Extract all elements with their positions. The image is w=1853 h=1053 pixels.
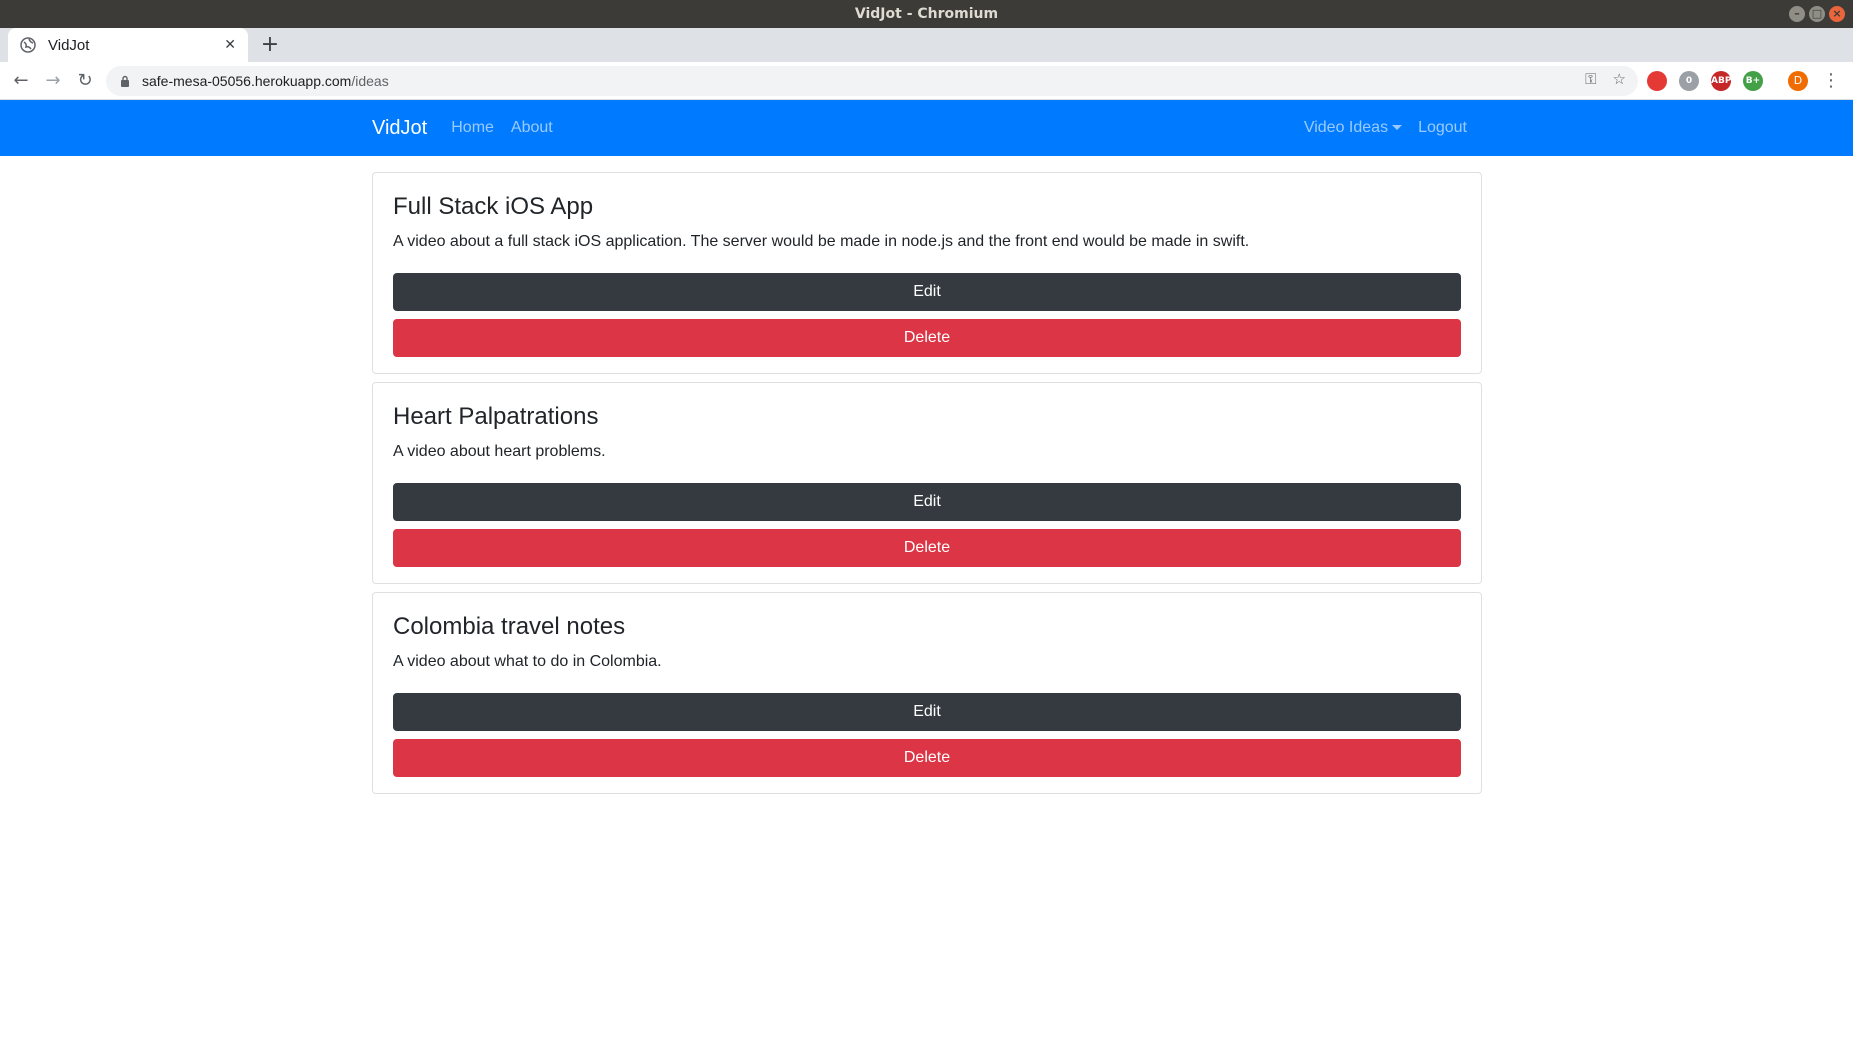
idea-details: A video about a full stack iOS applicati… (393, 233, 1250, 250)
idea-title: Colombia travel notes (393, 613, 626, 640)
tab-title: VidJot (48, 36, 90, 54)
video-ideas-dropdown[interactable]: Video Ideas (1303, 119, 1403, 137)
idea-details: A video about heart problems. (393, 443, 606, 460)
back-arrow-icon[interactable]: ← (8, 68, 34, 94)
maximize-icon[interactable]: □ (1809, 6, 1825, 22)
window-title: VidJot - Chromium (854, 6, 999, 22)
edit-button[interactable]: Edit (393, 483, 1461, 521)
idea-card: Colombia travel notes A video about what… (372, 592, 1482, 794)
minimize-icon[interactable]: – (1789, 6, 1805, 22)
idea-title: Full Stack iOS App (393, 193, 594, 220)
lock-icon (121, 75, 129, 87)
key-icon[interactable]: ⚿ (1585, 70, 1596, 88)
edit-button[interactable]: Edit (393, 693, 1461, 731)
ublock-icon[interactable] (1647, 71, 1667, 91)
grammar-extension-icon[interactable]: B+ (1743, 71, 1763, 91)
tab-close-icon[interactable]: ✕ (224, 37, 236, 53)
browser-tab[interactable]: VidJot ✕ (8, 28, 248, 62)
idea-details: A video about what to do in Colombia. (393, 653, 662, 670)
idea-title: Heart Palpatrations (393, 403, 599, 430)
window-titlebar: VidJot - Chromium – □ × (0, 0, 1853, 28)
idea-card: Full Stack iOS App A video about a full … (372, 172, 1482, 374)
caret-down-icon (1392, 125, 1403, 131)
browser-menu-icon[interactable]: ⋮ (1818, 68, 1844, 94)
forward-arrow-icon[interactable]: → (40, 68, 66, 94)
navbar-brand[interactable]: VidJot (372, 117, 427, 140)
url-path: /ideas (351, 73, 389, 89)
url-text: safe-mesa-05056.herokuapp.com/ideas (142, 73, 389, 89)
star-bookmark-icon[interactable]: ☆ (1613, 70, 1626, 88)
privacy-extension-icon[interactable]: 0 (1679, 71, 1699, 91)
address-bar[interactable]: safe-mesa-05056.herokuapp.com/ideas ⚿ ☆ (106, 66, 1638, 96)
window-controls: – □ × (1789, 6, 1845, 22)
site-navbar: VidJot Home About Video Ideas Logout (0, 100, 1853, 156)
nav-link-home[interactable]: Home (451, 119, 494, 137)
new-tab-button[interactable]: + (256, 28, 284, 62)
reload-icon[interactable]: ↻ (72, 68, 98, 94)
delete-button[interactable]: Delete (393, 529, 1461, 567)
url-host: safe-mesa-05056.herokuapp.com (142, 73, 352, 89)
ideas-list: Full Stack iOS App A video about a full … (372, 172, 1482, 802)
tab-strip: VidJot ✕ + (0, 28, 1853, 62)
close-window-icon[interactable]: × (1829, 6, 1845, 22)
logout-link[interactable]: Logout (1418, 119, 1467, 137)
globe-icon (20, 37, 36, 53)
adblock-plus-icon[interactable]: ABP (1711, 71, 1731, 91)
edit-button[interactable]: Edit (393, 273, 1461, 311)
profile-avatar[interactable]: D (1788, 71, 1808, 91)
nav-link-about[interactable]: About (511, 119, 553, 137)
delete-button[interactable]: Delete (393, 319, 1461, 357)
idea-card: Heart Palpatrations A video about heart … (372, 382, 1482, 584)
video-ideas-label: Video Ideas (1303, 119, 1389, 136)
delete-button[interactable]: Delete (393, 739, 1461, 777)
browser-toolbar: ← → ↻ safe-mesa-05056.herokuapp.com/idea… (0, 62, 1853, 100)
